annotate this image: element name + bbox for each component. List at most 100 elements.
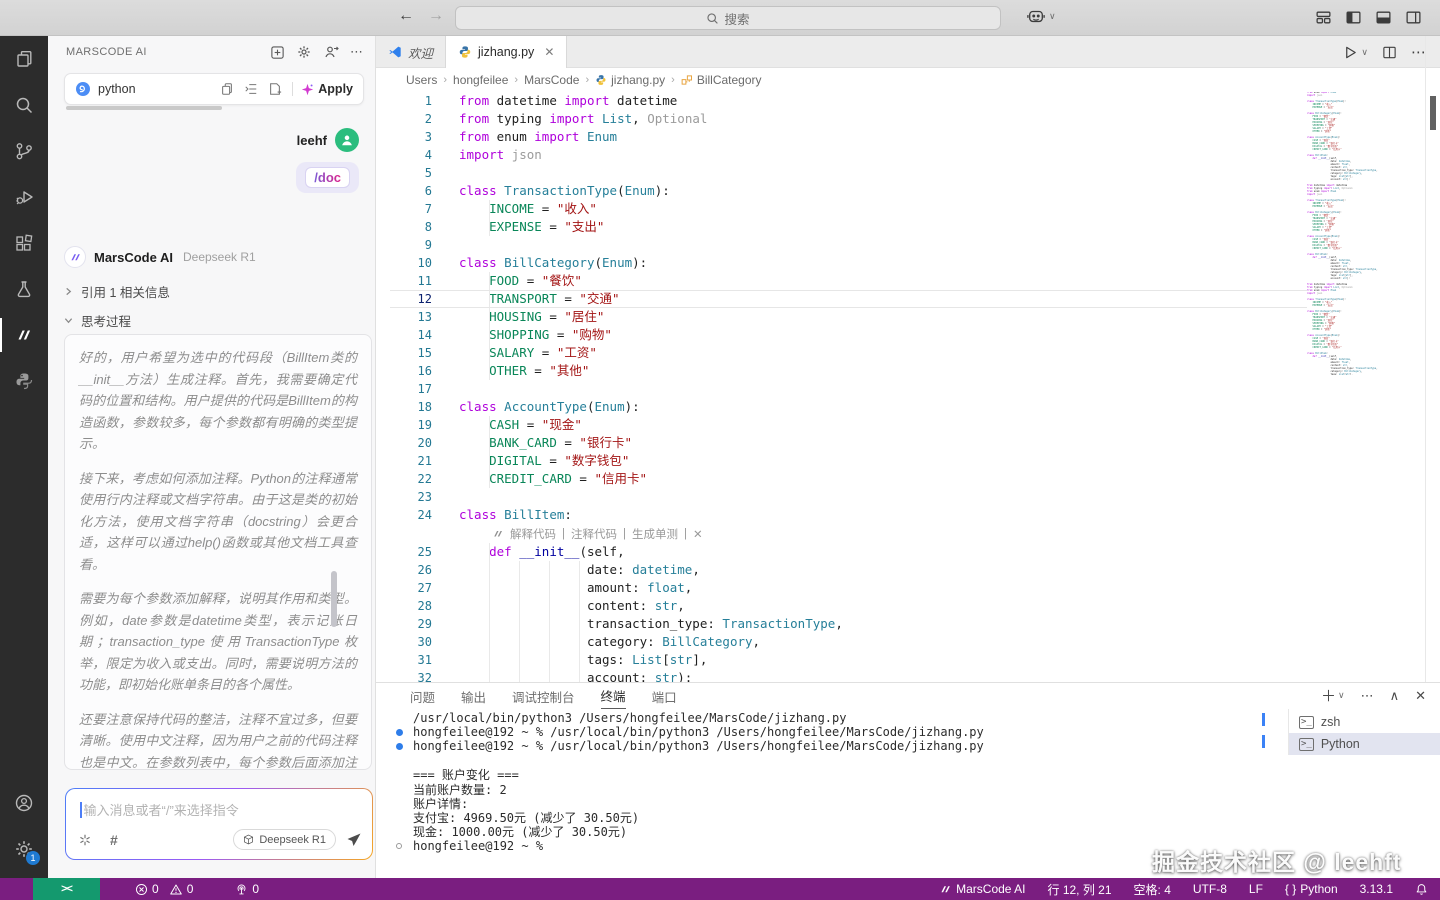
panel-tab-终端[interactable]: 终端 [601, 683, 626, 709]
terminal-dropdown-icon[interactable]: ∨ [1338, 690, 1345, 701]
more-actions-icon[interactable]: ⋯ [1411, 43, 1426, 61]
apply-button[interactable]: Apply [301, 82, 353, 96]
copy-icon[interactable] [220, 82, 234, 96]
breadcrumb-item[interactable]: jizhang.py [595, 73, 665, 87]
editor-actions: ∨ ⋯ [1343, 36, 1426, 68]
panel-tab-调试控制台[interactable]: 调试控制台 [512, 683, 575, 709]
codelens-link[interactable]: 注释代码 [571, 526, 617, 542]
sidebar-item-python[interactable] [0, 358, 48, 404]
code-snippet-card[interactable]: python Apply [64, 73, 364, 105]
reference-toggle[interactable]: 引用 1 相关信息 [64, 282, 170, 301]
breadcrumb-item[interactable]: Users [406, 73, 437, 87]
code-lines: 1from datetime import datetime2from typi… [376, 92, 1440, 682]
terminal-session-Python[interactable]: >_Python [1289, 733, 1440, 755]
panel-tab-输出[interactable]: 输出 [461, 683, 486, 709]
maximize-panel-icon[interactable]: ∧ [1390, 688, 1400, 704]
context-hash-icon[interactable]: # [110, 832, 118, 848]
terminal-icon: >_ [1299, 738, 1314, 751]
code-editor[interactable]: 1from datetime import datetime2from typi… [376, 92, 1440, 682]
terminal-icon: >_ [1299, 716, 1314, 729]
panel-actions: ＋∨ ⋯ ∧ ✕ [1321, 685, 1426, 706]
run-button[interactable]: ∨ [1343, 45, 1368, 60]
breadcrumb-item[interactable]: hongfeilee [453, 73, 508, 87]
toggle-panel-button[interactable] [1375, 9, 1392, 26]
breadcrumb: Users›hongfeilee›MarsCode›jizhang.py›Bil… [376, 68, 1440, 92]
sidebar-scrollbar[interactable] [331, 571, 337, 627]
account-button[interactable] [0, 780, 48, 826]
encoding-status[interactable]: UTF-8 [1193, 882, 1227, 896]
chat-input[interactable]: 输入消息或者“/”来选择指令 # Deepseek R1 [65, 788, 373, 860]
more-actions-icon[interactable]: ⋯ [1361, 688, 1374, 704]
breadcrumb-item[interactable]: BillCategory [681, 73, 762, 87]
codelens-link[interactable]: 解释代码 [510, 526, 556, 542]
thinking-content: 好的，用户希望为选中的代码段（BillItem类的__init__方法）生成注释… [64, 334, 372, 770]
new-chat-button[interactable] [270, 45, 285, 60]
input-toolbar: # Deepseek R1 [78, 829, 362, 850]
chat-settings-button[interactable] [296, 44, 312, 60]
model-selector-chip[interactable]: Deepseek R1 [233, 829, 336, 850]
send-button[interactable] [346, 832, 362, 848]
sidebar-item-search[interactable] [0, 82, 48, 128]
python-version-status[interactable]: 3.13.1 [1360, 882, 1393, 896]
settings-button[interactable]: 1 [0, 826, 48, 872]
codelens-actions[interactable]: 解释代码|注释代码|生成单测|✕ [376, 524, 1440, 543]
ai-assistant-button[interactable]: ∨ [1026, 7, 1056, 25]
line-number: 10 [376, 254, 432, 272]
sidebar-item-testing[interactable] [0, 266, 48, 312]
sidebar-item-run-debug[interactable] [0, 174, 48, 220]
run-dropdown-icon[interactable]: ∨ [1361, 47, 1368, 58]
eol-status[interactable]: LF [1249, 882, 1263, 896]
code-line: 28 content: str, [376, 597, 1440, 615]
command-sparkle-icon[interactable] [78, 833, 92, 847]
panel-tab-端口[interactable]: 端口 [652, 683, 677, 709]
breadcrumb-item[interactable]: MarsCode [524, 73, 579, 87]
close-panel-icon[interactable]: ✕ [1415, 688, 1426, 704]
codelens-link[interactable]: 生成单测 [632, 526, 678, 542]
line-number: 1 [376, 92, 432, 110]
insert-at-cursor-icon[interactable] [244, 82, 258, 96]
profile-share-button[interactable] [323, 44, 339, 60]
marscode-icon [492, 528, 504, 540]
notifications-button[interactable] [1415, 883, 1428, 896]
command-pending-dot [396, 843, 402, 849]
avatar [335, 128, 359, 152]
sidebar-item-extensions[interactable] [0, 220, 48, 266]
ports-status[interactable]: 0 [235, 882, 259, 896]
sidebar-item-source-control[interactable] [0, 128, 48, 174]
marscode-ai-status[interactable]: MarsCode AI [939, 882, 1025, 896]
tab-welcome[interactable]: 欢迎 [376, 36, 446, 68]
sidebar-item-marscode-ai[interactable] [0, 312, 48, 358]
panel-tab-问题[interactable]: 问题 [410, 683, 435, 709]
toggle-sidebar-right-button[interactable] [1405, 9, 1422, 26]
code-line: 16 OTHER = "其他" [376, 362, 1440, 380]
terminal-output[interactable]: /usr/local/bin/python3 /Users/hongfeilee… [396, 711, 1256, 853]
terminal-session-zsh[interactable]: >_zsh [1289, 711, 1440, 733]
language-mode-status[interactable]: { }Python [1285, 882, 1338, 896]
input-placeholder: 输入消息或者“/”来选择指令 [80, 800, 239, 819]
editor-scrollbar[interactable] [1430, 96, 1436, 130]
sidebar-item-explorer[interactable] [0, 36, 48, 82]
back-arrow-icon[interactable]: ← [398, 7, 414, 25]
codelens-close-icon[interactable]: ✕ [693, 527, 703, 541]
line-number: 19 [376, 416, 432, 434]
cursor-position-status[interactable]: 行 12, 列 21 [1048, 881, 1112, 898]
tab-jizhang-py[interactable]: jizhang.py ✕ [446, 36, 567, 68]
new-file-icon[interactable] [268, 82, 282, 96]
minimap[interactable]: from datetime import datetimefrom typing… [1307, 92, 1427, 375]
snippet-scrollbar[interactable] [66, 106, 222, 110]
line-number: 15 [376, 344, 432, 362]
indentation-status[interactable]: 空格: 4 [1134, 881, 1171, 898]
layout-customize-button[interactable] [1315, 9, 1332, 26]
remote-indicator[interactable]: >< [33, 878, 100, 900]
thinking-paragraph: 好的，用户希望为选中的代码段（BillItem类的__init__方法）生成注释… [79, 347, 357, 455]
more-actions-icon[interactable]: ⋯ [350, 44, 363, 60]
toggle-sidebar-left-button[interactable] [1345, 9, 1362, 26]
error-icon [135, 883, 148, 896]
thinking-toggle[interactable]: 思考过程 [64, 311, 131, 330]
close-icon[interactable]: ✕ [544, 45, 554, 59]
split-editor-button[interactable] [1382, 45, 1397, 60]
problems-status[interactable]: 0 0 [135, 882, 193, 896]
new-terminal-button[interactable]: ＋∨ [1321, 685, 1345, 706]
search-input[interactable]: 搜索 [455, 6, 1001, 30]
assistant-model: Deepseek R1 [183, 250, 256, 264]
